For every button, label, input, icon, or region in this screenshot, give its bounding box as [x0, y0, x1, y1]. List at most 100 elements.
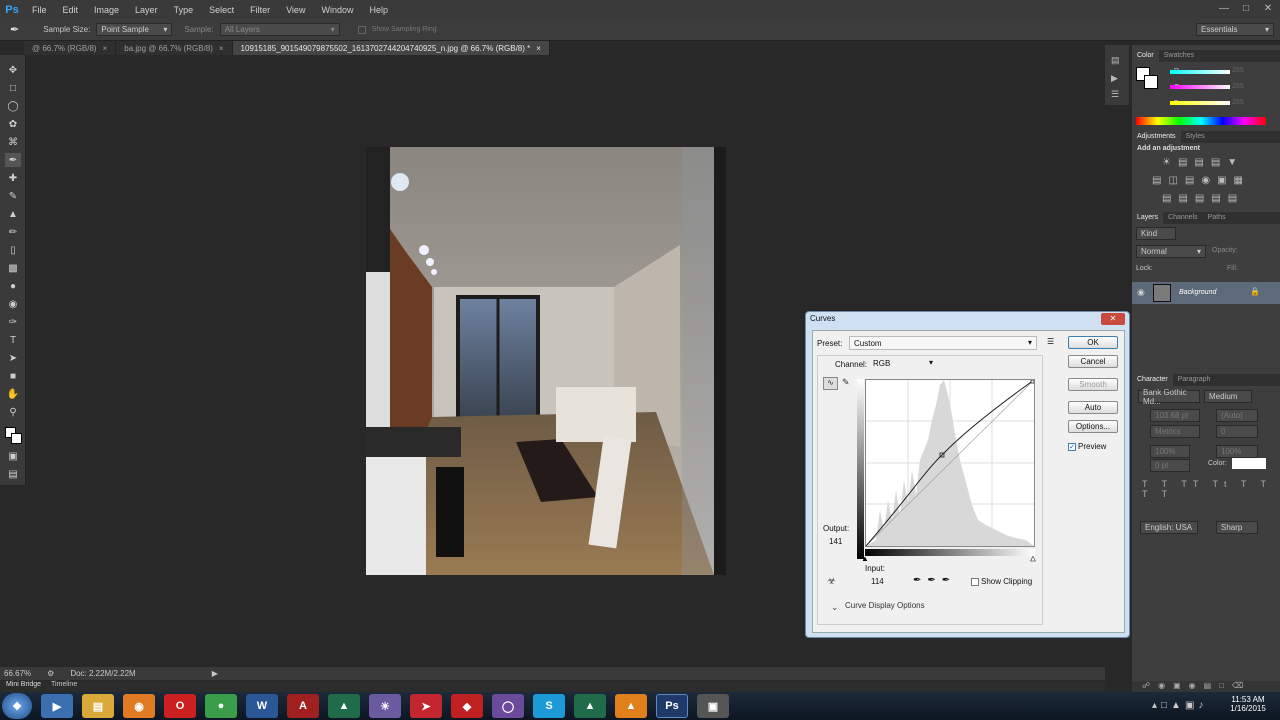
background-swatch[interactable] [1144, 75, 1158, 89]
sample-size-dropdown[interactable]: Point Sample ▾ [96, 23, 173, 36]
ok-button[interactable]: OK [1068, 336, 1118, 349]
quick-mask-icon[interactable]: ▣ [5, 449, 21, 463]
eyedropper-tool-icon[interactable]: ✒ [10, 23, 19, 36]
cancel-button[interactable]: Cancel [1068, 355, 1118, 368]
dodge-tool-icon[interactable]: ◉ [5, 297, 21, 311]
curves-graph[interactable] [865, 379, 1035, 547]
curve-display-options-label[interactable]: Curve Display Options [845, 601, 925, 610]
tab-mini-bridge[interactable]: Mini Bridge [6, 681, 41, 692]
tab-adjustments[interactable]: Adjustments [1132, 131, 1181, 143]
close-icon[interactable]: × [219, 44, 224, 53]
move-tool-icon[interactable]: ✥ [5, 63, 21, 77]
show-ring-checkbox[interactable] [357, 25, 366, 34]
gradient-tool-icon[interactable]: ▩ [5, 261, 21, 275]
menu-select[interactable]: Select [201, 5, 242, 15]
doc-info-icon[interactable]: ⚙ [47, 669, 54, 678]
flash-icon[interactable]: ➤ [410, 694, 442, 718]
input-value[interactable]: 114 [871, 577, 884, 586]
r-value[interactable]: 255 [1232, 67, 1244, 74]
g-slider[interactable] [1170, 85, 1230, 89]
menu-edit[interactable]: Edit [55, 5, 87, 15]
zoom-level[interactable]: 66.67% [4, 669, 31, 678]
preset-options-icon[interactable]: ☰ [1047, 337, 1054, 346]
menu-type[interactable]: Type [166, 5, 202, 15]
tab-paths[interactable]: Paths [1203, 212, 1231, 224]
type-tool-icon[interactable]: T [5, 333, 21, 347]
text-style-buttons[interactable]: T T TT Tt T T T T [1142, 479, 1280, 499]
blend-mode-dropdown[interactable]: Normal ▾ [1136, 245, 1206, 258]
menu-view[interactable]: View [278, 5, 313, 15]
expand-chevron-icon[interactable]: ⌄ [831, 602, 839, 613]
tray-icons[interactable]: ▴□▲▣♪ [1152, 700, 1207, 711]
screen-mode-icon[interactable]: ▤ [5, 467, 21, 481]
close-icon[interactable]: × [103, 44, 108, 53]
font-style-dropdown[interactable]: Medium [1204, 390, 1252, 403]
horizontal-scale-field[interactable]: 100% [1216, 445, 1258, 458]
color-spectrum[interactable] [1136, 117, 1266, 125]
channel-dropdown[interactable]: RGB ▾ [871, 357, 937, 371]
tab-layers[interactable]: Layers [1132, 212, 1164, 224]
close-icon[interactable]: × [536, 44, 541, 53]
menu-layer[interactable]: Layer [127, 5, 166, 15]
history-icon[interactable]: ▤ [1111, 55, 1120, 66]
maximize-icon[interactable]: □ [1238, 2, 1254, 15]
autocad-icon[interactable]: A [287, 694, 319, 718]
firefox-icon[interactable]: ◉ [123, 694, 155, 718]
sample-dropdown[interactable]: All Layers ▾ [219, 23, 340, 36]
vertical-scale-field[interactable]: 100% [1150, 445, 1190, 458]
tab-paragraph[interactable]: Paragraph [1173, 374, 1216, 386]
output-value[interactable]: 141 [829, 537, 842, 546]
close-icon[interactable]: ✕ [1101, 313, 1125, 325]
crop-tool-icon[interactable]: ⌘ [5, 135, 21, 149]
marquee-tool-icon[interactable]: □ [5, 81, 21, 95]
kerning-field[interactable]: Metrics [1150, 425, 1200, 438]
preview-checkbox[interactable]: ✓ [1068, 443, 1076, 451]
white-point-slider[interactable]: ▲ [1029, 554, 1037, 564]
doc-size[interactable]: Doc: 2.22M/2.22M [70, 669, 135, 678]
word-icon[interactable]: W [246, 694, 278, 718]
r-slider[interactable] [1170, 70, 1230, 74]
properties-icon[interactable]: ☰ [1111, 89, 1119, 100]
history-brush-icon[interactable]: ✏ [5, 225, 21, 239]
shape-tool-icon[interactable]: ■ [5, 369, 21, 383]
pencil-tool-icon[interactable]: ✎ [842, 377, 850, 388]
hand-tool-icon[interactable]: ✋ [5, 387, 21, 401]
eraser-tool-icon[interactable]: ▯ [5, 243, 21, 257]
screen-recorder-icon[interactable]: ▣ [697, 694, 729, 718]
leading-field[interactable]: (Auto) [1216, 409, 1258, 422]
adjustment-icons-row-2[interactable]: ▤◫▤◉▣▦ [1152, 175, 1262, 186]
stamp-tool-icon[interactable]: ▲ [5, 207, 21, 221]
tab-swatches[interactable]: Swatches [1159, 50, 1199, 62]
tab-channels[interactable]: Channels [1163, 212, 1203, 224]
start-button[interactable]: ❖ [2, 693, 32, 719]
lasso-tool-icon[interactable]: ◯ [5, 99, 21, 113]
eye-icon[interactable]: ◉ [1137, 287, 1145, 298]
preset-dropdown[interactable]: Custom ▾ [849, 336, 1037, 350]
torrent-icon[interactable]: ◯ [492, 694, 524, 718]
close-icon[interactable]: ✕ [1260, 2, 1276, 15]
quick-select-tool-icon[interactable]: ✿ [5, 117, 21, 131]
menu-filter[interactable]: Filter [242, 5, 278, 15]
language-dropdown[interactable]: English: USA [1140, 521, 1198, 534]
font-family-dropdown[interactable]: Bank Gothic Md... [1138, 388, 1200, 406]
file-explorer-icon[interactable]: ▤ [82, 694, 114, 718]
pen-tool-icon[interactable]: ✑ [5, 315, 21, 329]
healing-tool-icon[interactable]: ✚ [5, 171, 21, 185]
tab-character[interactable]: Character [1132, 374, 1173, 386]
archicad-icon[interactable]: ▲ [574, 694, 606, 718]
brush-tool-icon[interactable]: ✎ [5, 189, 21, 203]
zoom-tool-icon[interactable]: ⚲ [5, 405, 21, 419]
menu-window[interactable]: Window [313, 5, 361, 15]
tab-doc-2[interactable]: ba.jpg @ 66.7% (RGB/8) × [116, 41, 233, 55]
b-slider[interactable] [1170, 101, 1230, 105]
menu-file[interactable]: File [24, 5, 55, 15]
clock[interactable]: 11:53 AM 1/16/2015 [1222, 695, 1274, 713]
layer-kind-filter[interactable]: Kind [1136, 227, 1176, 240]
chrome-icon[interactable]: ● [205, 694, 237, 718]
document-canvas[interactable] [366, 147, 726, 575]
g-value[interactable]: 255 [1232, 83, 1244, 90]
vlc-icon[interactable]: ▲ [615, 694, 647, 718]
layer-row-background[interactable]: ◉ Background 🔒 [1132, 282, 1280, 304]
tab-styles[interactable]: Styles [1181, 131, 1210, 143]
color-swatches-icon[interactable] [5, 427, 23, 445]
